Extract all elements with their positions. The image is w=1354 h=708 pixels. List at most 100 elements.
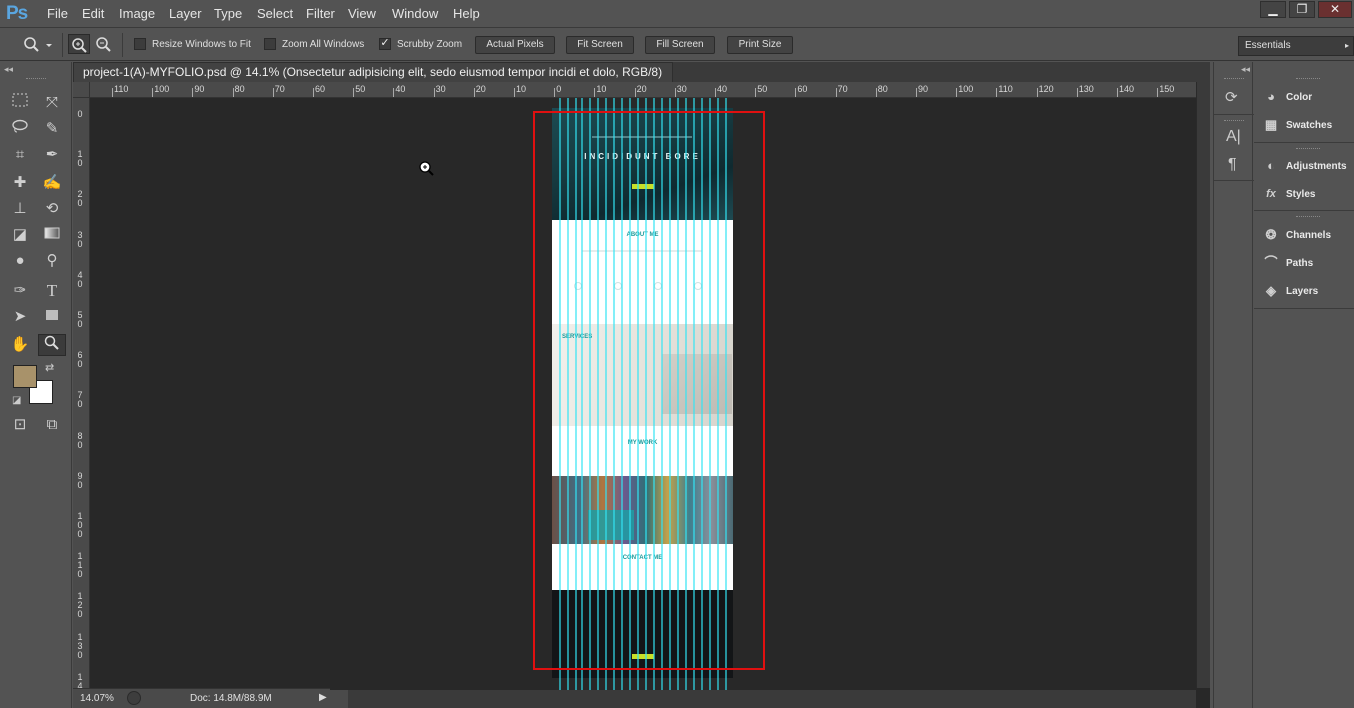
type-tool-icon[interactable]: T	[40, 280, 64, 302]
quick-selection-tool-icon[interactable]: ✎	[40, 118, 64, 140]
menu-layer[interactable]: Layer	[169, 6, 202, 21]
panel-adjustments[interactable]: ◐ Adjustments	[1262, 157, 1354, 177]
ruler-h-label: 60	[315, 84, 326, 94]
ruler-v-label: 7 0	[77, 390, 83, 410]
menu-file[interactable]: File	[47, 6, 68, 21]
paths-icon: ⌒	[1264, 255, 1278, 271]
zoom-tool-icon[interactable]	[38, 334, 66, 356]
lasso-tool-icon[interactable]	[8, 118, 32, 140]
panel-styles[interactable]: fx Styles	[1262, 185, 1354, 205]
ruler-h-label: 10	[596, 84, 607, 94]
panel-color[interactable]: ◕ Color	[1262, 88, 1354, 108]
panel-layers[interactable]: ◈ Layers	[1262, 282, 1354, 302]
ruler-v-label: 1 0	[77, 149, 83, 169]
ruler-h-label: 40	[717, 84, 728, 94]
menu-bar: Ps File Edit Image Layer Type Select Fil…	[0, 0, 1354, 28]
ruler-origin[interactable]	[73, 82, 90, 98]
blur-tool-icon[interactable]: ●	[8, 250, 32, 272]
ruler-h-label: 50	[355, 84, 366, 94]
healing-brush-tool-icon[interactable]: ✚	[8, 172, 32, 194]
zoom-all-checkbox[interactable]	[264, 38, 276, 50]
swap-colors-icon[interactable]: ⇄	[45, 361, 54, 374]
ruler-h-label: 100	[958, 84, 974, 94]
path-selection-tool-icon[interactable]: ➤	[8, 306, 32, 328]
rectangle-tool-icon[interactable]	[40, 306, 64, 328]
zoom-level[interactable]: 14.07%	[80, 693, 114, 704]
ruler-v-label: 9 0	[77, 470, 83, 490]
ruler-v-label: 1 4 0	[77, 671, 83, 688]
move-tool-icon[interactable]: ⤧	[40, 92, 64, 114]
chevron-down-icon: ▸	[1344, 41, 1349, 50]
clone-stamp-tool-icon[interactable]: ⊥	[8, 198, 32, 220]
scrubby-zoom-checkbox[interactable]: ✓	[379, 38, 391, 50]
ruler-h-label: 20	[636, 84, 647, 94]
menu-select[interactable]: Select	[257, 6, 293, 21]
zoom-in-icon[interactable]	[68, 34, 90, 54]
ruler-h-label: 80	[234, 84, 245, 94]
eraser-tool-icon[interactable]: ◪	[8, 224, 32, 246]
layers-icon: ◈	[1266, 283, 1276, 299]
close-window-button[interactable]: ✕	[1318, 1, 1352, 18]
menu-view[interactable]: View	[348, 6, 376, 21]
channels-icon: ❂	[1265, 227, 1277, 243]
quick-mask-icon[interactable]: ⊡	[8, 414, 32, 436]
gradient-tool-icon[interactable]	[40, 224, 64, 246]
character-panel-icon[interactable]: A|	[1226, 128, 1241, 146]
restore-button[interactable]: ❐	[1289, 1, 1315, 18]
minimize-button[interactable]: ▁	[1260, 1, 1286, 18]
menu-filter[interactable]: Filter	[306, 6, 335, 21]
ruler-h-label: 0	[556, 84, 562, 94]
status-info-icon[interactable]	[127, 691, 141, 705]
marquee-tool-icon[interactable]	[8, 92, 32, 114]
ruler-h-label: 90	[918, 84, 929, 94]
menu-image[interactable]: Image	[119, 6, 155, 21]
horizontal-scrollbar[interactable]	[330, 690, 1196, 708]
horizontal-ruler[interactable]: 110 100 90 80 70 60 50 40 30 20 10 0 10 20 30 40 50 60 70 8…	[90, 82, 1196, 98]
document-tab[interactable]: project-1(A)-MYFOLIO.psd @ 14.1% (Onsect…	[73, 62, 673, 98]
zoom-tool-preset-icon[interactable]	[22, 36, 52, 54]
fit-screen-button[interactable]: Fit Screen	[566, 36, 634, 54]
brush-tool-icon[interactable]: ✍	[40, 172, 64, 194]
menu-edit[interactable]: Edit	[82, 6, 104, 21]
screen-mode-icon[interactable]: ⧉	[40, 414, 64, 436]
doc-size: Doc: 14.8M/88.9M	[190, 693, 272, 704]
ruler-h-label: 110	[998, 84, 1013, 94]
ruler-v-label: 1 2 0	[77, 591, 83, 620]
history-panel-icon[interactable]: ⟳	[1225, 88, 1238, 106]
workspace-dropdown[interactable]: Essentials ▸	[1238, 36, 1354, 56]
actual-pixels-button[interactable]: Actual Pixels	[475, 36, 555, 54]
panel-paths[interactable]: ⌒ Paths	[1262, 254, 1354, 274]
ruler-h-label: 100	[154, 84, 170, 94]
vertical-scrollbar[interactable]	[1196, 82, 1210, 688]
panel-swatches[interactable]: ▦ Swatches	[1262, 116, 1354, 136]
eyedropper-tool-icon[interactable]: ✒	[40, 144, 64, 166]
zoom-cursor-icon	[419, 161, 434, 176]
panel-dock-icons: ◂◂ ⟳ A| ¶	[1213, 62, 1254, 708]
options-bar: Resize Windows to Fit Zoom All Windows ✓…	[0, 29, 1354, 61]
status-menu-arrow-icon[interactable]: ▶	[319, 692, 327, 703]
ruler-h-label: 50	[757, 84, 768, 94]
collapse-panels-icon[interactable]: ◂◂	[1241, 64, 1250, 75]
panel-channels[interactable]: ❂ Channels	[1262, 226, 1354, 246]
default-colors-icon[interactable]: ◪	[12, 395, 21, 406]
zoom-out-icon[interactable]	[93, 34, 115, 54]
print-size-button[interactable]: Print Size	[727, 36, 793, 54]
scroll-left-arrow[interactable]	[330, 690, 348, 708]
menu-help[interactable]: Help	[453, 6, 480, 21]
hand-tool-icon[interactable]: ✋	[8, 334, 32, 356]
pen-tool-icon[interactable]: ✑	[8, 280, 32, 302]
history-brush-tool-icon[interactable]: ⟲	[40, 198, 64, 220]
menu-type[interactable]: Type	[214, 6, 242, 21]
menu-window[interactable]: Window	[392, 6, 438, 21]
fill-screen-button[interactable]: Fill Screen	[645, 36, 715, 54]
foreground-color-swatch[interactable]	[13, 365, 37, 388]
resize-windows-checkbox[interactable]	[134, 38, 146, 50]
collapse-toolbox-icon[interactable]: ◂◂	[4, 64, 13, 75]
ruler-h-label: 10	[516, 84, 527, 94]
paragraph-panel-icon[interactable]: ¶	[1228, 156, 1237, 174]
crop-tool-icon[interactable]: ⌗	[8, 144, 32, 166]
toolbox: ◂◂ ⤧ ✎ ⌗ ✒ ✚ ✍ ⊥ ⟲ ◪ ● ⚲ ✑ T ➤ ✋ ⇄ ◪ ⊡ ⧉	[0, 62, 72, 708]
vertical-ruler[interactable]: 0 1 0 2 0 3 0 4 0 5 0 6 0 7 0 8 0 9 0 1 0 0 1 1 0 1 …	[73, 98, 90, 688]
ruler-h-label: 140	[1119, 84, 1135, 94]
dodge-tool-icon[interactable]: ⚲	[40, 250, 64, 272]
